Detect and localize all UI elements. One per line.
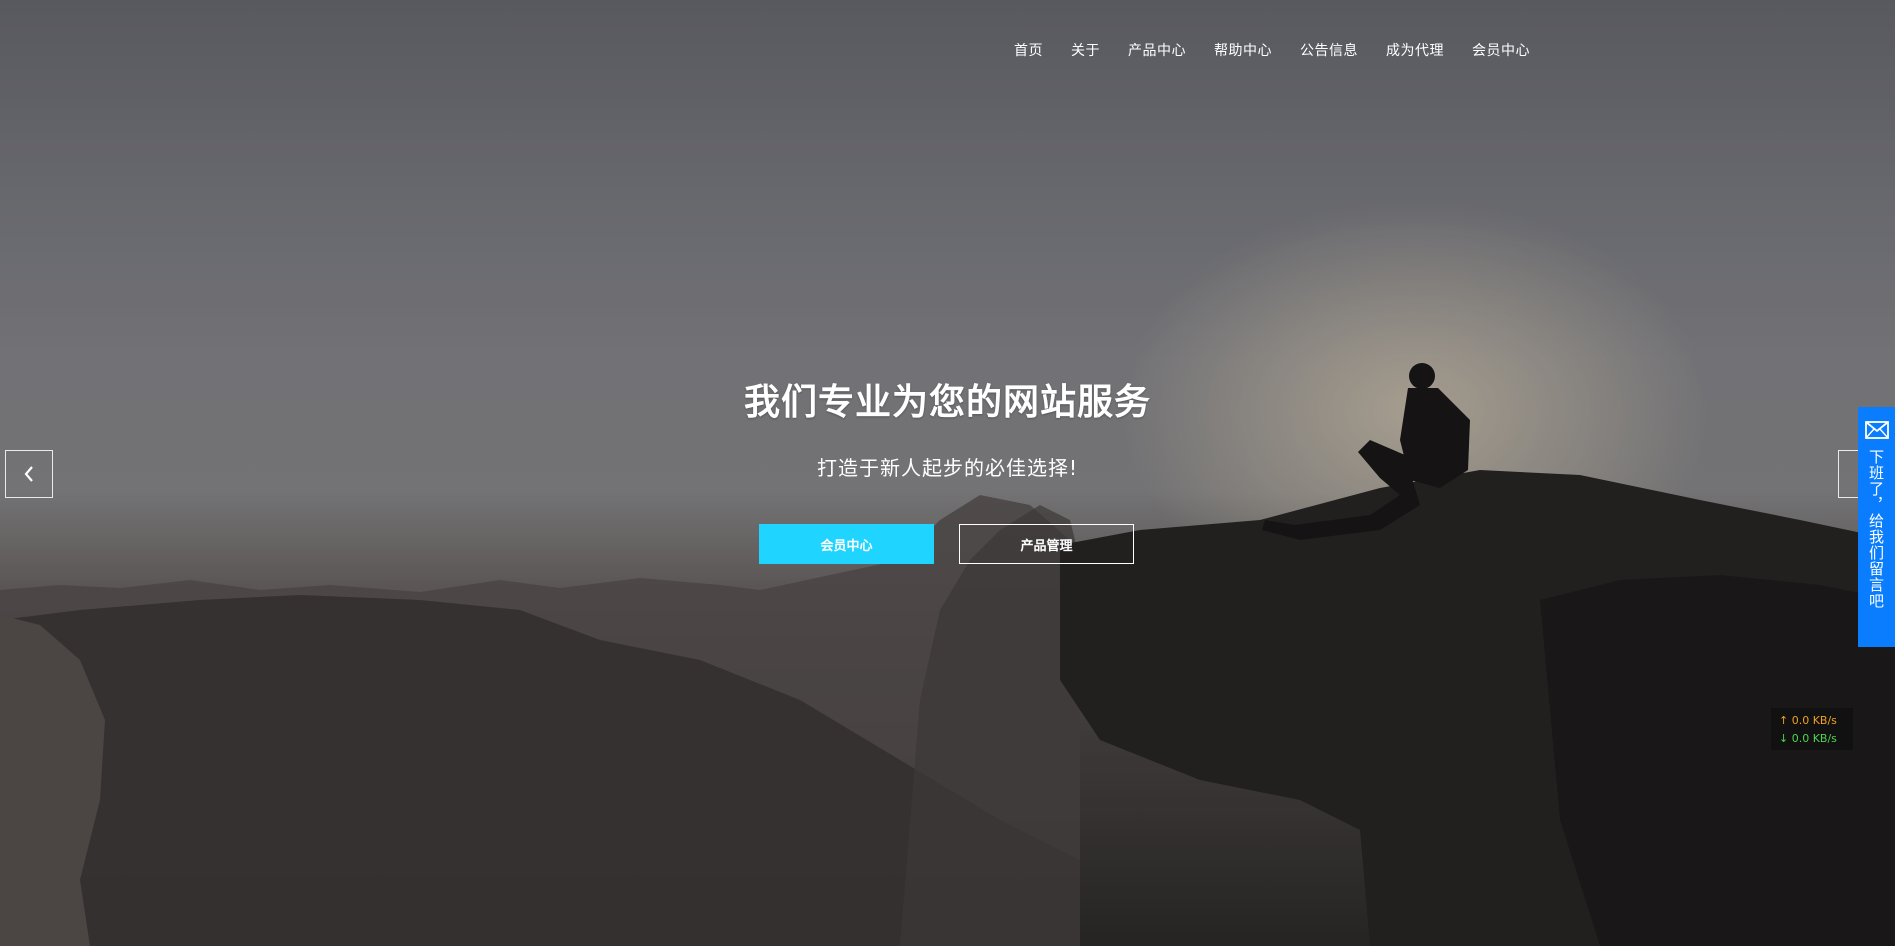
network-speed-widget: ↑ 0.0 KB/s ↓ 0.0 KB/s bbox=[1771, 708, 1853, 750]
nav-item-products[interactable]: 产品中心 bbox=[1114, 36, 1200, 64]
hero-subline: 打造于新人起步的必佳选择! bbox=[816, 456, 1079, 480]
nav-item-become-agent[interactable]: 成为代理 bbox=[1372, 36, 1458, 64]
leave-message-tab[interactable]: 下班了，给我们留言吧 bbox=[1858, 407, 1895, 647]
chevron-left-icon bbox=[24, 466, 33, 482]
hero-banner: 首页 关于 产品中心 帮助中心 公告信息 成为代理 会员中心 我们专业为您的网站… bbox=[0, 0, 1895, 946]
leave-message-label: 下班了，给我们留言吧 bbox=[1867, 449, 1885, 609]
upload-speed: ↑ 0.0 KB/s bbox=[1779, 714, 1837, 727]
top-nav: 首页 关于 产品中心 帮助中心 公告信息 成为代理 会员中心 bbox=[1000, 36, 1544, 64]
product-management-button[interactable]: 产品管理 bbox=[959, 524, 1134, 564]
nav-item-help[interactable]: 帮助中心 bbox=[1200, 36, 1286, 64]
nav-item-member-center[interactable]: 会员中心 bbox=[1458, 36, 1544, 64]
download-speed: ↓ 0.0 KB/s bbox=[1779, 732, 1837, 745]
nav-item-home[interactable]: 首页 bbox=[1000, 36, 1057, 64]
member-center-button[interactable]: 会员中心 bbox=[759, 524, 934, 564]
slider-prev-button[interactable] bbox=[5, 450, 53, 498]
nav-item-about[interactable]: 关于 bbox=[1057, 36, 1114, 64]
hero-cta-group: 会员中心 产品管理 bbox=[759, 524, 1134, 564]
hero-headline: 我们专业为您的网站服务 bbox=[743, 382, 1151, 423]
nav-item-announcements[interactable]: 公告信息 bbox=[1286, 36, 1372, 64]
mail-icon bbox=[1864, 421, 1889, 439]
